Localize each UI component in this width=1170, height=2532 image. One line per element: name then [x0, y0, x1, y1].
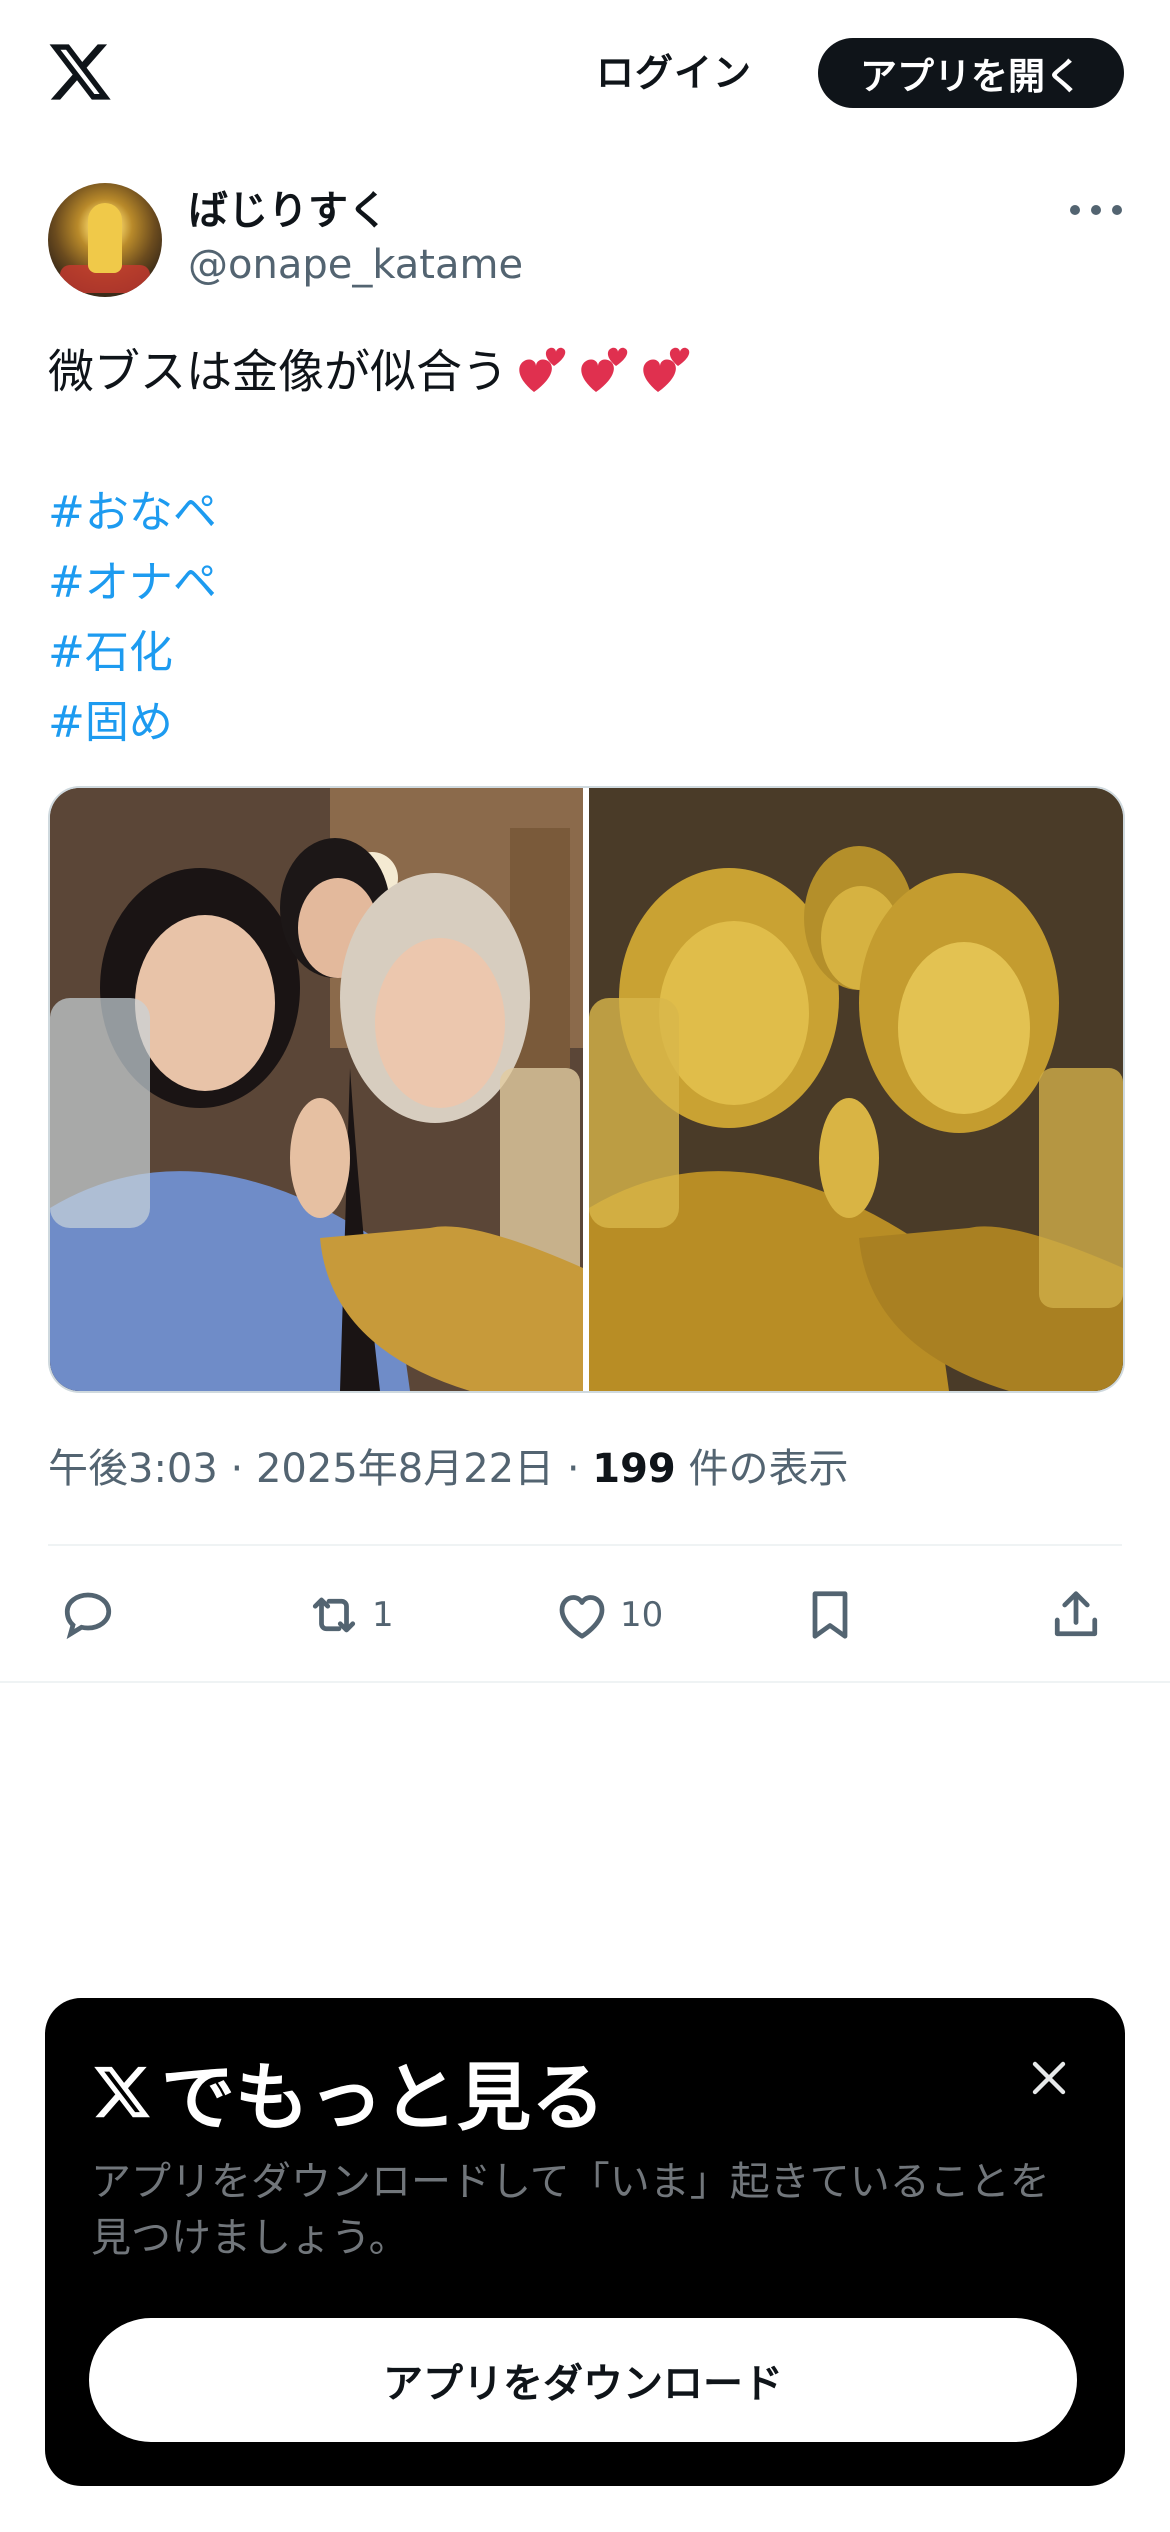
like-button[interactable]: 10	[552, 1580, 663, 1650]
reply-button[interactable]	[58, 1580, 118, 1650]
author-handle[interactable]: @onape_katame	[188, 242, 523, 288]
retweet-count: 1	[372, 1595, 394, 1635]
tweet-text: 微ブスは金像が似合う	[48, 340, 700, 410]
login-link[interactable]: ログイン	[596, 42, 752, 97]
heart-icon	[559, 1595, 605, 1639]
photo-golden-statues[interactable]	[589, 788, 1123, 1391]
hashtag-link[interactable]: #オナペ	[48, 548, 217, 618]
retweet-button[interactable]: 1	[304, 1580, 394, 1650]
bookmark-button[interactable]	[800, 1580, 860, 1650]
hashtag-list: #おなペ #オナペ #石化 #固め	[48, 478, 217, 758]
open-app-button[interactable]: アプリを開く	[818, 38, 1124, 108]
close-icon[interactable]	[1025, 2054, 1073, 2102]
share-icon	[1054, 1591, 1098, 1637]
reply-icon	[64, 1592, 112, 1640]
more-dots-icon[interactable]	[1070, 188, 1122, 232]
hashtag-link[interactable]: #おなペ	[48, 478, 217, 548]
x-logo-icon	[94, 2066, 150, 2117]
like-count: 10	[620, 1595, 664, 1635]
hashtag-link[interactable]: #固め	[48, 688, 217, 758]
share-button[interactable]	[1046, 1580, 1106, 1650]
view-count: 199	[592, 1446, 676, 1492]
tweet-meta: 午後3:03 · 2025年8月22日 · 199 件の表示	[48, 1436, 848, 1494]
bookmark-icon	[812, 1591, 848, 1639]
author-display-name[interactable]: ばじりすく	[188, 178, 388, 236]
sheet-description: アプリをダウンロードして「いま」起きていることを見つけましょう。	[91, 2159, 1050, 2261]
x-logo-icon[interactable]	[46, 38, 114, 106]
download-app-button[interactable]: アプリをダウンロード	[89, 2318, 1077, 2442]
top-bar: ログイン アプリを開く	[0, 0, 1170, 150]
tweet-timestamp[interactable]: 午後3:03 · 2025年8月22日 ·	[48, 1446, 592, 1492]
photo-selfie[interactable]	[50, 788, 583, 1391]
media-grid	[48, 786, 1125, 1393]
divider	[48, 1544, 1122, 1546]
views-label: 件の表示	[675, 1446, 849, 1492]
two-hearts-emoji	[514, 340, 700, 410]
retweet-icon	[312, 1597, 356, 1633]
hashtag-link[interactable]: #石化	[48, 618, 217, 688]
sheet-title: でもっと見る	[91, 2038, 605, 2145]
avatar[interactable]	[48, 183, 162, 297]
divider	[0, 1681, 1170, 1683]
sheet-title-text: でもっと見る	[161, 2055, 605, 2141]
tweet-body: 微ブスは金像が似合う	[48, 344, 508, 399]
signup-sheet: でもっと見る アプリをダウンロードして「いま」起きていることを見つけましょう。 …	[45, 1998, 1125, 2486]
